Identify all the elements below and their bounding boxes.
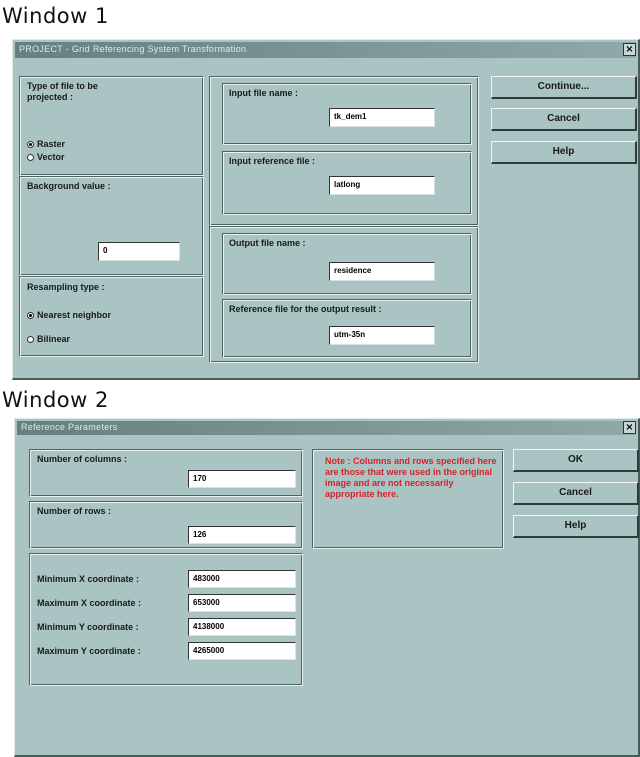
project-dialog: PROJECT - Grid Referencing System Transf… [12, 39, 640, 380]
cancel-button[interactable]: Cancel [491, 108, 637, 131]
close-icon[interactable]: × [623, 43, 636, 56]
input-files-group: Input file name : tk_dem1 Input referenc… [209, 76, 479, 226]
note-group: Note : Columns and rows specified here a… [312, 449, 504, 549]
input-file-label: Input file name : [229, 88, 299, 98]
resampling-group: Resampling type : Nearest neighbor Bilin… [19, 276, 204, 357]
max-x-input[interactable]: 653000 [188, 594, 296, 612]
radio-bilinear-indicator[interactable] [27, 335, 34, 343]
help-button[interactable]: Help [513, 515, 639, 538]
output-reference-group: Reference file for the output result : u… [222, 299, 472, 358]
min-y-input[interactable]: 4138000 [188, 618, 296, 636]
output-file-group: Output file name : residence [222, 233, 472, 295]
max-y-input[interactable]: 4265000 [188, 642, 296, 660]
resampling-label: Resampling type : [27, 282, 105, 292]
ok-button[interactable]: OK [513, 449, 639, 472]
min-x-input[interactable]: 483000 [188, 570, 296, 588]
output-reference-input[interactable]: utm-35n [329, 326, 435, 345]
min-x-label: Minimum X coordinate : [37, 574, 140, 584]
background-value-input[interactable]: 0 [98, 242, 180, 261]
radio-nearest-indicator[interactable] [27, 311, 34, 319]
reference-parameters-dialog: Reference Parameters × Number of columns… [14, 418, 640, 757]
output-files-group: Output file name : residence Reference f… [209, 226, 479, 363]
window-2-caption: Window 2 [2, 388, 109, 412]
radio-raster-label: Raster [37, 139, 66, 149]
window-1-caption: Window 1 [2, 4, 109, 28]
columns-group: Number of columns : 170 [29, 449, 303, 497]
max-x-label: Maximum X coordinate : [37, 598, 142, 608]
rows-input[interactable]: 126 [188, 526, 296, 544]
radio-vector-indicator[interactable] [27, 153, 34, 161]
coordinates-group: Minimum X coordinate : 483000 Maximum X … [29, 553, 303, 686]
radio-nearest-neighbor[interactable]: Nearest neighbor [27, 310, 111, 320]
input-reference-input[interactable]: latlong [329, 176, 435, 195]
input-reference-group: Input reference file : latlong [222, 151, 472, 215]
help-button[interactable]: Help [491, 141, 637, 164]
min-y-label: Minimum Y coordinate : [37, 622, 139, 632]
project-dialog-titlebar[interactable]: PROJECT - Grid Referencing System Transf… [15, 42, 636, 58]
continue-button[interactable]: Continue... [491, 76, 637, 99]
radio-vector[interactable]: Vector [27, 152, 65, 162]
output-file-label: Output file name : [229, 238, 306, 248]
close-icon[interactable]: × [623, 421, 636, 434]
rows-label: Number of rows : [37, 506, 112, 516]
reference-dialog-titlebar[interactable]: Reference Parameters × [17, 421, 636, 435]
input-file-input[interactable]: tk_dem1 [329, 108, 435, 127]
radio-nearest-label: Nearest neighbor [37, 310, 112, 320]
columns-input[interactable]: 170 [188, 470, 296, 488]
file-type-label: Type of file to be projected : [27, 81, 98, 102]
cancel-button[interactable]: Cancel [513, 482, 639, 505]
reference-dialog-title: Reference Parameters [21, 422, 118, 432]
radio-raster-indicator[interactable] [27, 140, 34, 148]
note-text: Note : Columns and rows specified here a… [325, 456, 497, 499]
project-dialog-title: PROJECT - Grid Referencing System Transf… [19, 44, 247, 54]
input-file-group: Input file name : tk_dem1 [222, 83, 472, 145]
rows-group: Number of rows : 126 [29, 501, 303, 549]
radio-bilinear[interactable]: Bilinear [27, 334, 70, 344]
background-value-label: Background value : [27, 181, 111, 191]
max-y-label: Maximum Y coordinate : [37, 646, 141, 656]
output-file-input[interactable]: residence [329, 262, 435, 281]
radio-bilinear-label: Bilinear [37, 334, 71, 344]
radio-vector-label: Vector [37, 152, 65, 162]
file-type-group: Type of file to be projected : Raster Ve… [19, 76, 204, 176]
radio-raster[interactable]: Raster [27, 139, 65, 149]
columns-label: Number of columns : [37, 454, 128, 464]
input-reference-label: Input reference file : [229, 156, 316, 166]
output-reference-label: Reference file for the output result : [229, 304, 382, 314]
background-value-group: Background value : 0 [19, 176, 204, 276]
